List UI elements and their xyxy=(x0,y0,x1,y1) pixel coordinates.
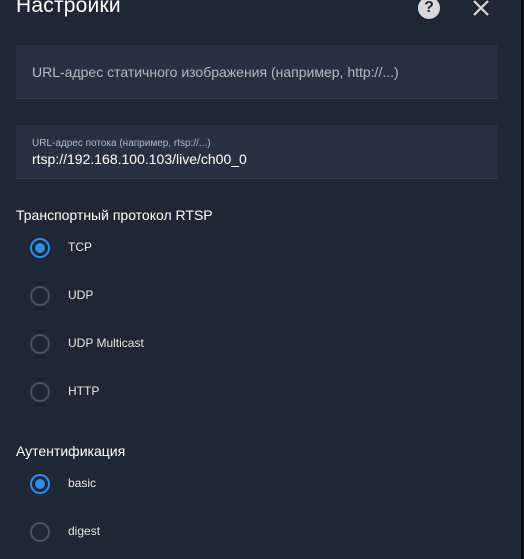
help-icon[interactable]: ? xyxy=(418,0,440,19)
dialog-title: Настройки xyxy=(16,0,121,17)
radio-digest-label: digest xyxy=(68,524,101,538)
radio-digest-control[interactable] xyxy=(30,522,50,542)
radio-http-label: HTTP xyxy=(68,384,100,398)
radio-udp-label: UDP xyxy=(68,288,94,302)
radio-tcp-control[interactable] xyxy=(30,238,50,258)
radio-udp-multicast[interactable]: UDP Multicast xyxy=(30,332,330,356)
radio-http[interactable]: HTTP xyxy=(30,380,330,404)
settings-dialog: Настройки ? URL-адрес статичного изображ… xyxy=(0,0,521,559)
stream-url-label: URL-адрес потока (например, rtsp://...) xyxy=(32,138,211,149)
radio-udp-control[interactable] xyxy=(30,286,50,306)
radio-digest[interactable]: digest xyxy=(30,520,330,544)
radio-tcp-label: TCP xyxy=(68,240,92,254)
radio-basic[interactable]: basic xyxy=(30,472,330,496)
radio-http-control[interactable] xyxy=(30,382,50,402)
stream-url-field[interactable]: URL-адрес потока (например, rtsp://...) … xyxy=(16,125,497,179)
radio-tcp[interactable]: TCP xyxy=(30,236,330,260)
close-x-glyph xyxy=(473,0,489,16)
radio-udp-multicast-label: UDP Multicast xyxy=(68,336,144,350)
still-image-url-field[interactable]: URL-адрес статичного изображения (наприм… xyxy=(16,45,497,99)
radio-udp-multicast-control[interactable] xyxy=(30,334,50,354)
close-icon[interactable] xyxy=(470,0,492,19)
auth-section-title: Аутентификация xyxy=(16,443,126,459)
radio-udp[interactable]: UDP xyxy=(30,284,330,308)
stream-url-value: rtsp://192.168.100.103/live/ch00_0 xyxy=(32,151,247,167)
radio-basic-control[interactable] xyxy=(30,474,50,494)
transport-section-title: Транспортный протокол RTSP xyxy=(16,207,213,223)
radio-basic-label: basic xyxy=(68,476,97,490)
still-image-url-placeholder: URL-адрес статичного изображения (наприм… xyxy=(32,64,399,80)
